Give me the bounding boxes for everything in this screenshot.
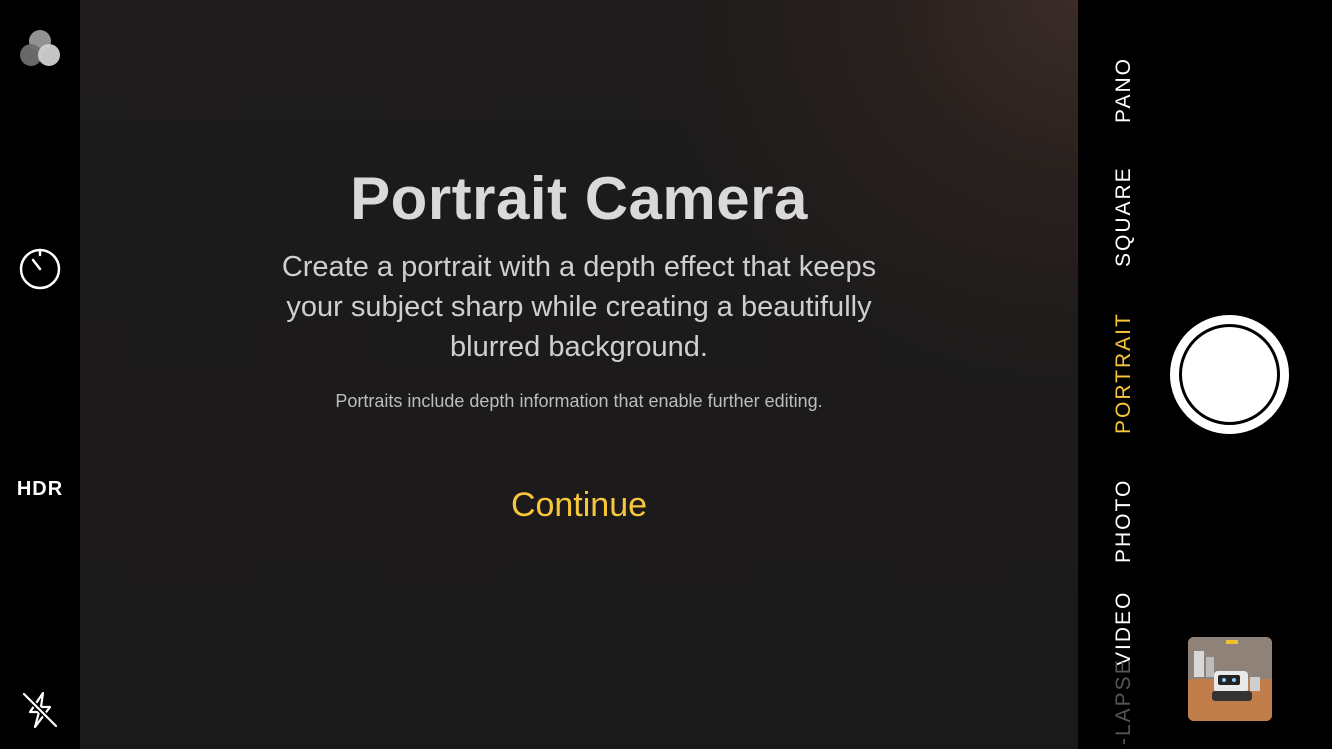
shutter-button[interactable] (1170, 315, 1289, 434)
intro-title: Portrait Camera (350, 165, 808, 232)
shutter-inner-ring (1179, 324, 1280, 425)
mode-timelapse[interactable]: -LAPSE (1112, 658, 1136, 745)
intro-description: Create a portrait with a depth effect th… (281, 251, 877, 363)
mode-square[interactable]: SQUARE (1112, 166, 1136, 267)
mode-photo[interactable]: PHOTO (1112, 479, 1136, 563)
right-control-bar: PANO SQUARE PORTRAIT PHOTO VIDEO -LAPSE (1078, 0, 1332, 749)
intro-note: Portraits include depth information that… (335, 391, 823, 411)
continue-button[interactable]: Continue (479, 486, 679, 525)
mode-pano[interactable]: PANO (1112, 57, 1136, 123)
last-photo-thumbnail[interactable] (1188, 637, 1272, 721)
hdr-toggle[interactable]: HDR (0, 478, 80, 501)
camera-screen: HDR Portrait Camera Create a portrait wi… (0, 0, 1332, 749)
viewfinder: Portrait Camera Create a portrait with a… (80, 0, 1078, 749)
mode-portrait[interactable]: PORTRAIT (1112, 312, 1136, 434)
filters-icon[interactable] (17, 26, 63, 70)
mode-video[interactable]: VIDEO (1112, 591, 1136, 666)
timer-icon[interactable] (18, 247, 62, 291)
flash-off-icon[interactable] (20, 690, 60, 730)
robot-photo-image (1188, 637, 1272, 721)
left-control-bar: HDR (0, 0, 80, 749)
